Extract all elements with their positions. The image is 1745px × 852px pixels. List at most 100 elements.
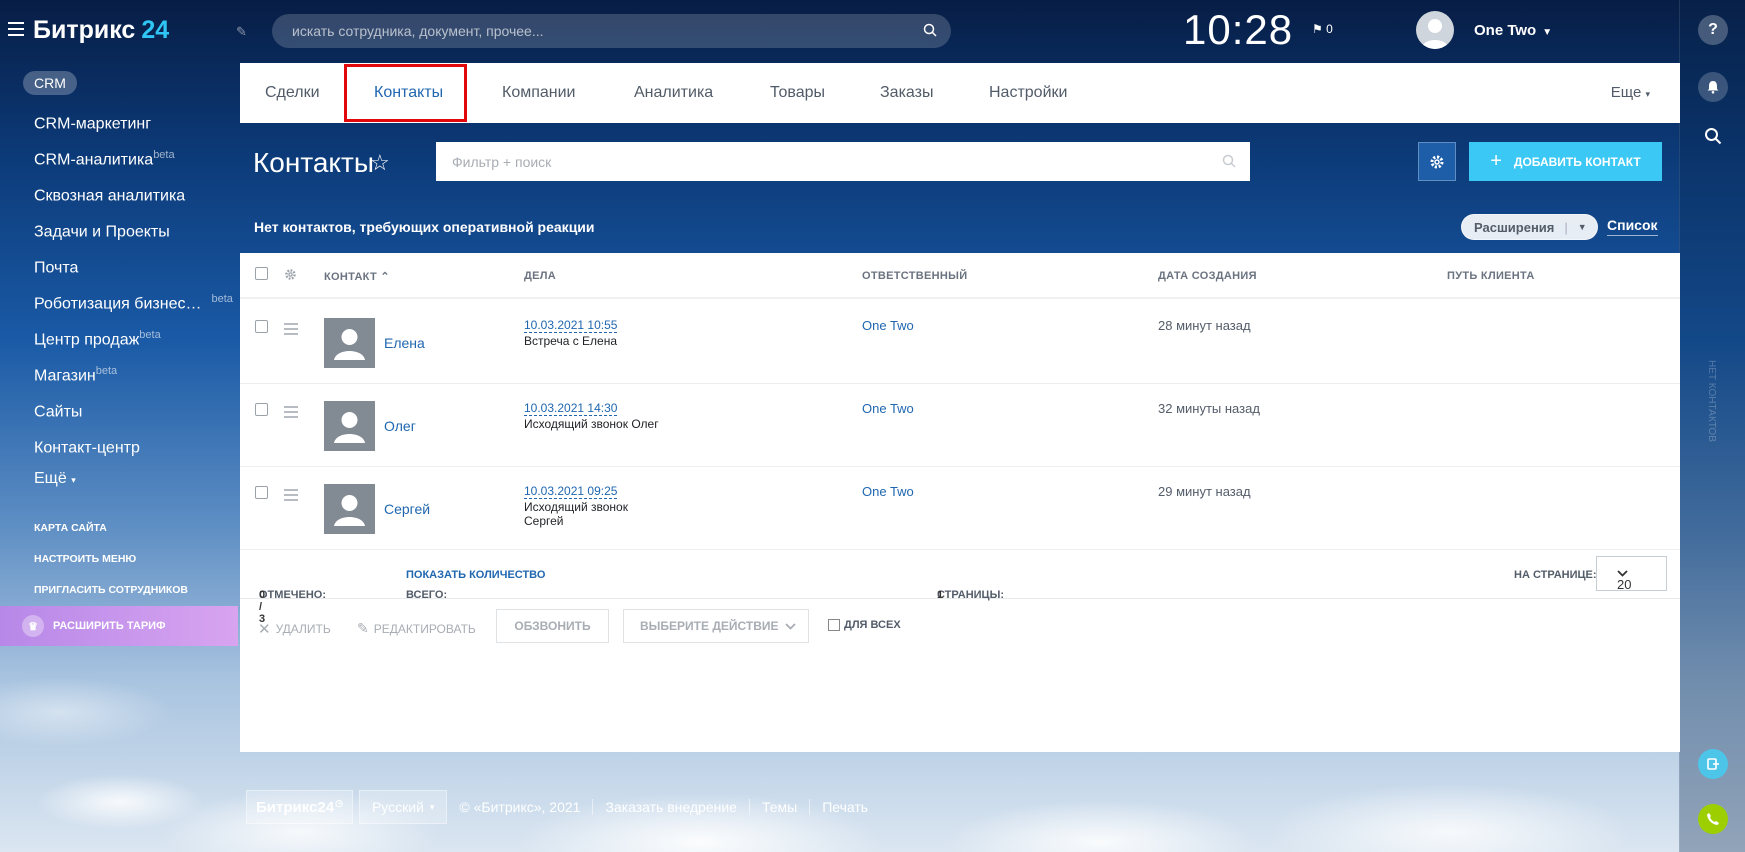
table-row[interactable]: Олег 10.03.2021 14:30 Исходящий звонок О… (240, 384, 1680, 467)
table-row[interactable]: Сергей 10.03.2021 09:25 Исходящий звонок… (240, 467, 1680, 550)
add-contact-button[interactable]: + ДОБАВИТЬ КОНТАКТ (1469, 142, 1662, 181)
call-button[interactable]: ОБЗВОНИТЬ (496, 609, 609, 643)
notice-text: Нет контактов, требующих оперативной реа… (254, 219, 595, 235)
upgrade-tariff-button[interactable]: ♛ РАСШИРИТЬ ТАРИФ (0, 606, 238, 646)
column-contact[interactable]: КОНТАКТ ⌃ (324, 270, 390, 283)
contact-name[interactable]: Елена (384, 335, 425, 351)
table-row[interactable]: Елена 10.03.2021 10:55 Встреча с Елена O… (240, 301, 1680, 384)
settings-button[interactable] (1418, 142, 1456, 181)
view-list-link[interactable]: Список (1607, 217, 1658, 236)
sidebar-item-tasks[interactable]: Задачи и Проекты (34, 216, 233, 252)
search-input[interactable] (272, 14, 872, 48)
sidebar-item-contact-center[interactable]: Контакт-центр (34, 432, 233, 468)
responsible-link[interactable]: One Two (862, 318, 914, 333)
menu-burger-icon[interactable] (8, 22, 24, 36)
sidebar-item-shop[interactable]: Магазинbeta (34, 360, 233, 396)
search-icon[interactable] (1698, 121, 1728, 151)
column-responsible[interactable]: ОТВЕТСТВЕННЫЙ (862, 270, 967, 282)
global-search[interactable] (272, 14, 951, 48)
sidebar-item-crm-marketing[interactable]: CRM-маркетинг (34, 108, 233, 144)
app-logo[interactable]: Битрикс 24 (33, 16, 169, 45)
row-menu-icon[interactable] (284, 406, 298, 421)
tab-products[interactable]: Товары (770, 63, 825, 123)
footer-brand[interactable]: Битрикс24 ◷ (246, 790, 353, 824)
favorite-star-icon[interactable]: ☆ (370, 150, 390, 176)
configure-menu-link[interactable]: НАСТРОИТЬ МЕНЮ (34, 553, 188, 584)
deal-date[interactable]: 10.03.2021 14:30 (524, 401, 618, 416)
contact-name[interactable]: Сергей (384, 501, 430, 517)
column-created[interactable]: ДАТА СОЗДАНИЯ (1158, 270, 1257, 282)
tab-deals[interactable]: Сделки (265, 63, 320, 123)
site-map-link[interactable]: КАРТА САЙТА (34, 522, 188, 553)
column-deals[interactable]: ДЕЛА (524, 270, 556, 282)
user-menu[interactable]: One Two ▼ (1474, 22, 1552, 39)
delete-action[interactable]: ✕ УДАЛИТЬ (258, 620, 331, 638)
sidebar-item-end-to-end-analytics[interactable]: Сквозная аналитика (34, 180, 233, 216)
bell-icon[interactable] (1698, 72, 1728, 102)
order-implementation-link[interactable]: Заказать внедрение (605, 799, 737, 815)
total-count: ВСЕГО: ПОКАЗАТЬ КОЛИЧЕСТВО (406, 569, 546, 601)
search-icon[interactable] (1222, 154, 1236, 168)
help-icon[interactable]: ? (1698, 15, 1728, 45)
filter-search[interactable] (436, 142, 1250, 181)
filter-input[interactable] (436, 142, 1196, 181)
responsible-link[interactable]: One Two (862, 484, 914, 499)
tab-more[interactable]: Еще ▾ (1611, 63, 1650, 124)
row-checkbox[interactable] (255, 403, 268, 416)
clock[interactable]: 10:28 (1183, 6, 1293, 54)
show-count-link[interactable]: ПОКАЗАТЬ КОЛИЧЕСТВО (406, 569, 545, 581)
page-title: Контакты (253, 147, 374, 178)
deal-date[interactable]: 10.03.2021 10:55 (524, 318, 618, 333)
edit-action[interactable]: ✎ РЕДАКТИРОВАТЬ (357, 620, 476, 637)
tab-settings[interactable]: Настройки (989, 63, 1067, 123)
row-menu-icon[interactable] (284, 323, 298, 338)
select-all-checkbox[interactable] (255, 267, 268, 280)
responsible-link[interactable]: One Two (862, 401, 914, 416)
tab-companies[interactable]: Компании (502, 63, 576, 123)
chevron-down-icon (785, 622, 796, 630)
themes-link[interactable]: Темы (762, 799, 797, 815)
contact-avatar[interactable] (324, 484, 375, 534)
search-icon[interactable] (923, 23, 937, 37)
grid-header: КОНТАКТ ⌃ ДЕЛА ОТВЕТСТВЕННЫЙ ДАТА СОЗДАН… (240, 253, 1680, 299)
user-name: One Two (1474, 22, 1537, 39)
chevron-down-icon: ▼ (1542, 27, 1553, 38)
per-page-select[interactable]: 20 (1596, 556, 1667, 592)
sidebar-item-more[interactable]: Ещё ▾ (34, 468, 233, 504)
grid-footer: ОТМЕЧЕНО: 0 / 3 ВСЕГО: ПОКАЗАТЬ КОЛИЧЕСТ… (240, 549, 1680, 625)
sidebar-item-sites[interactable]: Сайты (34, 396, 233, 432)
edit-menu-icon[interactable]: ✎ (236, 24, 247, 40)
sidebar-item-robotization[interactable]: Роботизация бизнес… beta (34, 288, 233, 324)
gear-icon[interactable] (284, 268, 297, 281)
user-avatar[interactable] (1416, 11, 1454, 49)
created-time: 29 минут назад (1158, 484, 1251, 499)
contact-avatar[interactable] (324, 401, 375, 451)
column-client-path[interactable]: ПУТЬ КЛИЕНТА (1447, 270, 1535, 282)
tab-contacts[interactable]: Контакты (343, 63, 468, 123)
tab-analytics[interactable]: Аналитика (634, 63, 713, 123)
sidebar-item-mail[interactable]: Почта (34, 252, 233, 288)
sidebar-item-crm-analytics[interactable]: CRM-аналитикаbeta (34, 144, 233, 180)
sidebar-item-sales-center[interactable]: Центр продажbeta (34, 324, 233, 360)
extensions-button[interactable]: Расширения | ▼ (1461, 214, 1598, 240)
flag-counter[interactable]: ⚑ 0 (1312, 22, 1333, 36)
deal-date[interactable]: 10.03.2021 09:25 (524, 484, 618, 499)
right-strip-label: НЕТ КОНТАКТОВ (1706, 360, 1717, 442)
for-all-checkbox[interactable]: ДЛЯ ВСЕХ (828, 619, 901, 631)
language-select[interactable]: Русский ▾ (358, 790, 448, 824)
action-panel: ✕ УДАЛИТЬ ✎ РЕДАКТИРОВАТЬ ОБЗВОНИТЬ ВЫБЕРИ… (240, 609, 1680, 653)
row-checkbox[interactable] (255, 320, 268, 333)
row-checkbox[interactable] (255, 486, 268, 499)
contact-avatar[interactable] (324, 318, 375, 368)
crm-tabs: Сделки Контакты Компании Аналитика Товар… (240, 63, 1680, 123)
row-menu-icon[interactable] (284, 489, 298, 504)
sidebar-item-crm[interactable]: CRM (23, 71, 77, 95)
print-link[interactable]: Печать (822, 799, 868, 815)
pencil-icon: ✎ (357, 620, 369, 636)
phone-icon[interactable] (1698, 804, 1728, 834)
chat-icon[interactable] (1698, 749, 1728, 779)
page-footer: Битрикс24 ◷ Русский ▾ © «Битрикс», 2021 За… (246, 790, 868, 824)
tab-orders[interactable]: Заказы (880, 63, 933, 123)
contact-name[interactable]: Олег (384, 418, 416, 434)
choose-action-select[interactable]: ВЫБЕРИТЕ ДЕЙСТВИЕ (623, 609, 809, 643)
